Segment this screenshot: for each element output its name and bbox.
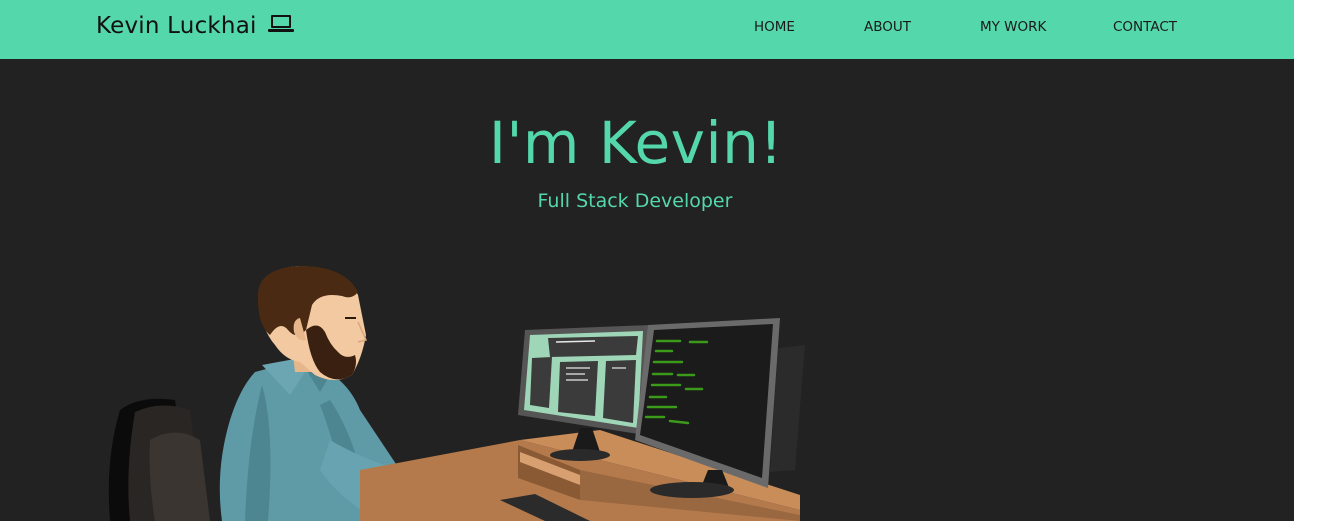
brand-name: Kevin Luckhai xyxy=(96,13,257,39)
page: Kevin Luckhai HOME ABOUT MY WORK CONTACT… xyxy=(0,0,1294,521)
laptop-icon xyxy=(267,14,295,39)
nav-contact[interactable]: CONTACT xyxy=(1113,19,1177,35)
developer-at-desk-illustration xyxy=(108,266,805,521)
hero-title: I'm Kevin! xyxy=(488,109,784,177)
office-chair xyxy=(108,398,210,521)
nav-about[interactable]: ABOUT xyxy=(864,19,911,35)
site-header: Kevin Luckhai HOME ABOUT MY WORK CONTACT xyxy=(0,0,1294,59)
hero-subtitle: Full Stack Developer xyxy=(537,190,733,212)
nav-my-work[interactable]: MY WORK xyxy=(980,19,1046,35)
nav-home[interactable]: HOME xyxy=(754,19,795,35)
site-logo[interactable]: Kevin Luckhai xyxy=(96,13,295,39)
